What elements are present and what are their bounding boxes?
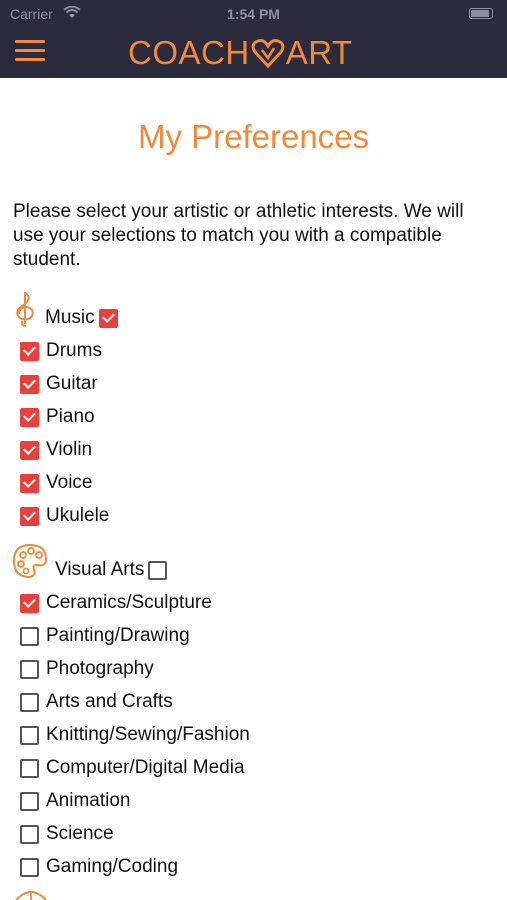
option-piano[interactable]: Piano bbox=[20, 406, 95, 428]
option-gaming-coding[interactable]: Gaming/Coding bbox=[20, 856, 178, 878]
option-guitar[interactable]: Guitar bbox=[20, 373, 98, 395]
checkbox[interactable] bbox=[20, 692, 39, 712]
status-time: 1:54 PM bbox=[227, 6, 280, 22]
palette-icon bbox=[12, 543, 48, 579]
category-label: Music bbox=[45, 307, 95, 328]
status-bar: Carrier 1:54 PM bbox=[0, 0, 507, 28]
option-label: Ukulele bbox=[46, 505, 110, 526]
checkbox[interactable] bbox=[20, 857, 39, 877]
checkbox[interactable] bbox=[20, 473, 39, 493]
music-category-checkbox[interactable] bbox=[98, 308, 118, 328]
app-header: Carrier 1:54 PM COACH ART bbox=[0, 0, 507, 78]
option-label: Drums bbox=[46, 340, 102, 361]
option-label: Photography bbox=[46, 658, 154, 679]
battery-icon bbox=[469, 8, 493, 19]
checkbox[interactable] bbox=[20, 758, 39, 778]
app-logo: COACH ART bbox=[128, 33, 353, 73]
hamburger-menu-button[interactable] bbox=[15, 40, 47, 64]
logo-text-coach: COACH bbox=[128, 34, 250, 71]
category-visual-arts: Visual Arts bbox=[55, 559, 168, 581]
option-label: Knitting/Sewing/Fashion bbox=[46, 724, 250, 745]
option-science[interactable]: Science bbox=[20, 823, 114, 845]
checkbox[interactable] bbox=[20, 407, 39, 427]
checkbox[interactable] bbox=[20, 374, 39, 394]
option-drums[interactable]: Drums bbox=[20, 340, 102, 362]
heart-icon bbox=[251, 39, 285, 69]
checkbox[interactable] bbox=[20, 659, 39, 679]
category-music: Music bbox=[45, 307, 118, 329]
option-ceramics-sculpture[interactable]: Ceramics/Sculpture bbox=[20, 592, 212, 614]
option-label: Science bbox=[46, 823, 114, 844]
option-label: Gaming/Coding bbox=[46, 856, 179, 877]
option-painting-drawing[interactable]: Painting/Drawing bbox=[20, 625, 190, 647]
checkbox[interactable] bbox=[20, 341, 39, 361]
checkbox[interactable] bbox=[20, 593, 39, 613]
option-knitting-sewing-fashion[interactable]: Knitting/Sewing/Fashion bbox=[20, 724, 250, 746]
option-voice[interactable]: Voice bbox=[20, 472, 92, 494]
option-label: Arts and Crafts bbox=[46, 691, 173, 712]
treble-clef-icon bbox=[16, 292, 34, 327]
option-label: Piano bbox=[46, 406, 95, 427]
option-label: Computer/Digital Media bbox=[46, 757, 245, 778]
checkbox[interactable] bbox=[20, 791, 39, 811]
sports-ball-icon bbox=[15, 891, 47, 900]
option-photography[interactable]: Photography bbox=[20, 658, 154, 680]
option-label: Guitar bbox=[46, 373, 98, 394]
option-label: Ceramics/Sculpture bbox=[46, 592, 212, 613]
option-label: Animation bbox=[46, 790, 131, 811]
option-animation[interactable]: Animation bbox=[20, 790, 131, 812]
option-violin[interactable]: Violin bbox=[20, 439, 92, 461]
checkbox[interactable] bbox=[20, 626, 39, 646]
checkbox[interactable] bbox=[20, 824, 39, 844]
option-label: Voice bbox=[46, 472, 93, 493]
option-computer-digital-media[interactable]: Computer/Digital Media bbox=[20, 757, 245, 779]
logo-text-art: ART bbox=[285, 34, 353, 71]
checkbox[interactable] bbox=[20, 440, 39, 460]
option-ukulele[interactable]: Ukulele bbox=[20, 505, 109, 527]
page-title: My Preferences bbox=[137, 118, 370, 155]
option-label: Violin bbox=[46, 439, 93, 460]
option-label: Painting/Drawing bbox=[46, 625, 190, 646]
visual-arts-category-checkbox[interactable] bbox=[148, 560, 168, 580]
checkbox[interactable] bbox=[20, 725, 39, 745]
checkbox[interactable] bbox=[20, 506, 39, 526]
intro-text: Please select your artistic or athletic … bbox=[13, 201, 464, 270]
option-arts-and-crafts[interactable]: Arts and Crafts bbox=[20, 691, 173, 713]
category-label: Visual Arts bbox=[55, 559, 145, 580]
